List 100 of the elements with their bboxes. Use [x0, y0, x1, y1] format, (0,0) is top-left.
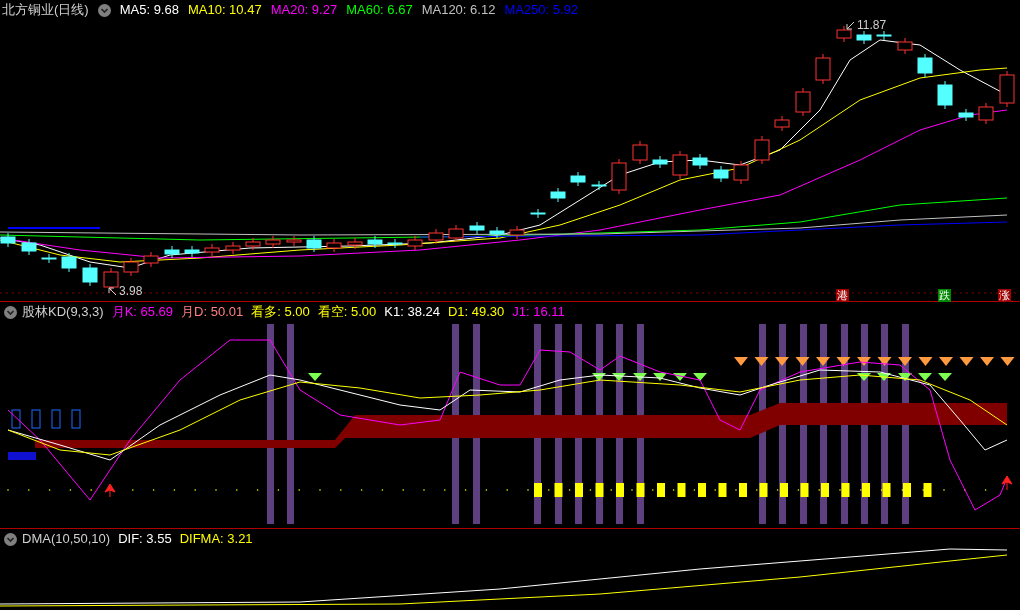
indicator-value: MA5: 9.68: [119, 1, 179, 20]
candlestick: [82, 263, 98, 287]
candlestick: [164, 245, 180, 259]
indicator-value: MA10: 10.47: [187, 1, 262, 20]
candlestick: [570, 171, 586, 187]
candlestick: [0, 232, 16, 248]
hollow-bar: [11, 409, 21, 429]
signal-block: [862, 483, 870, 497]
signal-block: [677, 483, 686, 497]
signal-block: [575, 483, 583, 497]
indicator-value: DIF: 3.55: [118, 530, 172, 549]
candlestick: [999, 70, 1015, 108]
candlestick: [306, 235, 322, 253]
candlestick: [448, 224, 464, 243]
candlestick: [937, 80, 953, 110]
collapse-icon[interactable]: [4, 532, 17, 546]
collapse-icon[interactable]: [97, 3, 111, 17]
candlestick: [225, 241, 241, 255]
candlestick: [407, 235, 423, 251]
high-price-label: 11.87: [857, 17, 887, 34]
indicator-value: 看多: 5.00: [251, 303, 310, 322]
hollow-bar: [31, 409, 41, 429]
indicator-title: DMA(10,50,10): [22, 530, 111, 549]
indicator-value: DIFMA: 3.21: [179, 530, 253, 549]
candlestick: [672, 150, 688, 180]
candlestick: [21, 238, 37, 256]
candlestick: [61, 252, 77, 273]
candlestick: [509, 225, 525, 240]
candlestick: [143, 251, 159, 268]
candlestick: [692, 153, 708, 170]
indicator-value: 月D: 50.01: [181, 303, 244, 322]
candlestick: [469, 221, 485, 235]
signal-block: [841, 483, 850, 497]
signal-block: [698, 483, 706, 497]
candlestick: [795, 87, 811, 117]
signal-block: [739, 483, 747, 497]
candlestick: [815, 53, 831, 85]
indicator-value: D1: 49.30: [447, 303, 505, 322]
candlestick: [713, 165, 729, 183]
candlestick: [184, 245, 200, 258]
collapse-icon[interactable]: [4, 305, 17, 319]
signal-block: [821, 483, 829, 497]
signal-block: [800, 483, 809, 497]
signal-block: [882, 483, 891, 497]
candlestick: [754, 135, 770, 165]
up-arrow-icon: [104, 483, 116, 498]
signal-block: [759, 483, 768, 497]
candlestick: [958, 108, 974, 122]
indicator-value: J1: 16.11: [512, 303, 565, 322]
indicator-value: MA120: 6.12: [421, 1, 496, 20]
signal-marker: 港: [836, 289, 849, 302]
candlestick: [204, 243, 220, 257]
signal-block: [534, 483, 542, 497]
indicator-value: MA20: 9.27: [270, 1, 338, 20]
signal-block: [923, 483, 932, 497]
arrow-icon: [108, 286, 117, 296]
signal-block: [903, 483, 911, 497]
signal-block: [718, 483, 727, 497]
signal-marker: 涨: [998, 289, 1011, 302]
candlestick: [103, 267, 119, 292]
indicator-title: 股林KD(9,3,3): [22, 303, 104, 322]
candlestick: [367, 235, 383, 249]
indicator-value: MA60: 6.67: [346, 1, 413, 20]
candlestick: [489, 226, 505, 239]
low-price-label: 3.98: [119, 283, 143, 300]
signal-block: [616, 483, 624, 497]
indicator-value: K1: 38.24: [384, 303, 440, 322]
candlestick: [611, 158, 627, 195]
signal-block: [657, 483, 665, 497]
candlestick: [41, 253, 57, 264]
candlestick: [897, 37, 913, 55]
candlestick: [347, 237, 363, 250]
candlestick: [591, 180, 607, 191]
solid-bar: [8, 452, 36, 460]
candlestick: [123, 257, 139, 277]
candlestick: [265, 235, 281, 249]
indicator-value: 看空: 5.00: [317, 303, 377, 322]
candlestick: [550, 187, 566, 203]
candlestick: [917, 53, 933, 78]
candlestick: [428, 228, 444, 245]
signal-block: [595, 483, 604, 497]
candlestick: [652, 155, 668, 169]
hollow-bar: [71, 409, 81, 429]
candlestick: [245, 237, 261, 251]
stock-title: 北方铜业(日线): [2, 1, 89, 20]
candlestick: [387, 238, 403, 249]
candlestick: [286, 235, 302, 247]
signal-block: [554, 483, 563, 497]
arrow-icon: [846, 20, 855, 30]
candlestick: [774, 115, 790, 132]
candlestick: [733, 160, 749, 185]
indicator-value: MA250: 5.92: [504, 1, 579, 20]
candlestick: [978, 102, 994, 125]
candlestick: [530, 208, 546, 219]
candlestick: [326, 238, 342, 253]
indicator-value: 月K: 65.69: [111, 303, 174, 322]
candlestick: [632, 140, 648, 165]
up-arrow-icon: [1001, 475, 1013, 491]
signal-marker: 跌: [938, 289, 951, 302]
candlestick: [856, 30, 872, 45]
